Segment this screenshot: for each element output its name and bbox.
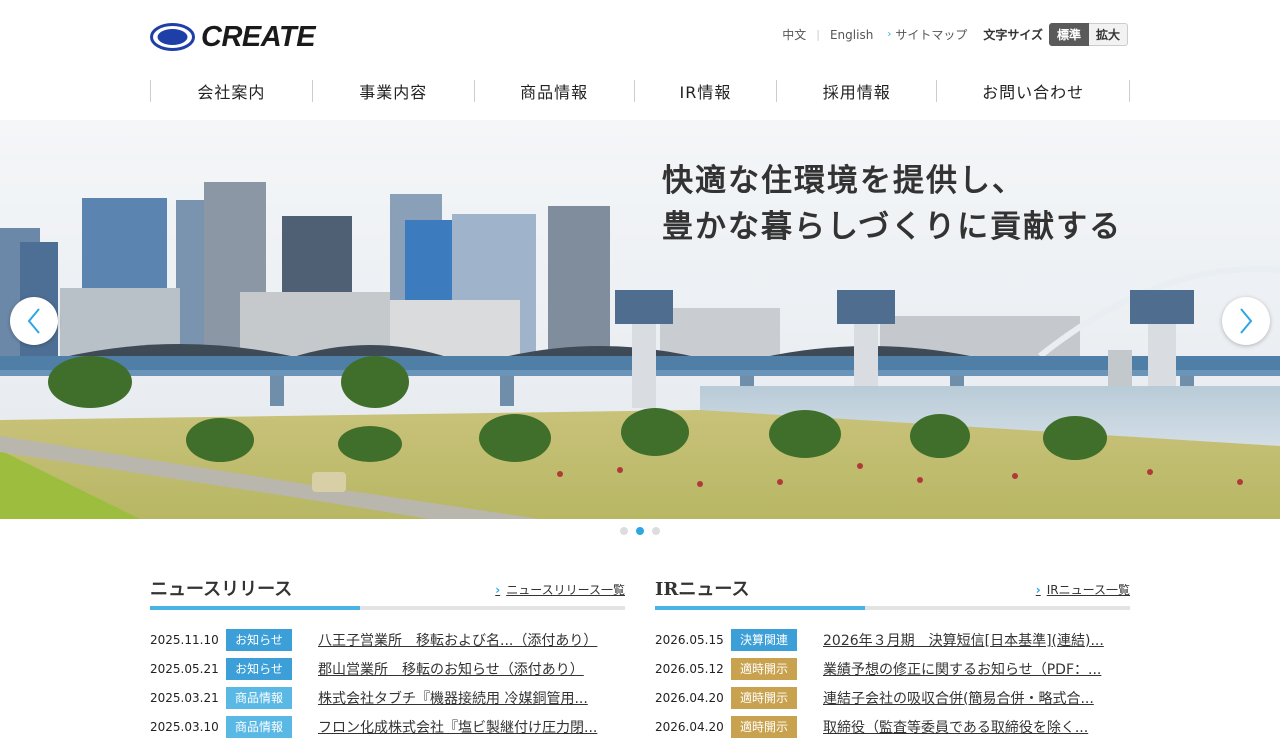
news-release-list-label: ニュースリリース一覧 xyxy=(506,583,625,597)
hero-headline: 快適な住環境を提供し、 豊かな暮らしづくりに貢献する xyxy=(662,158,1122,250)
list-item: 2025.11.10 お知らせ 八王子営業所 移転および名...（添付あり） xyxy=(150,625,625,654)
news-release-section: ニュースリリース › ニュースリリース一覧 2025.11.10 お知らせ 八王… xyxy=(150,573,625,741)
list-item: 2026.05.12 適時開示 業績予想の修正に関するお知らせ（PDF：... xyxy=(655,654,1130,683)
font-size-large-button[interactable]: 拡大 xyxy=(1088,23,1128,46)
ir-news-list-link[interactable]: › IRニュース一覧 xyxy=(1036,581,1130,598)
category-badge: 適時開示 xyxy=(731,686,797,709)
sitemap-link[interactable]: › サイトマップ xyxy=(887,26,967,43)
category-badge: 適時開示 xyxy=(731,715,797,738)
news-title-link[interactable]: 連結子会社の吸収合併(簡易合併・略式合... xyxy=(823,688,1130,708)
nav-contact[interactable]: お問い合わせ xyxy=(936,80,1129,102)
news-date: 2025.05.21 xyxy=(150,661,219,676)
news-date: 2025.03.10 xyxy=(150,719,219,734)
ir-news-header: IRニュース › IRニュース一覧 xyxy=(655,573,1130,611)
news-date: 2026.05.12 xyxy=(655,661,724,676)
list-item: 2025.03.21 商品情報 株式会社タブチ『機器接続用 冷媒銅管用... xyxy=(150,683,625,712)
news-date: 2026.04.20 xyxy=(655,719,724,734)
news-date: 2026.04.20 xyxy=(655,690,724,705)
news-release-list-link[interactable]: › ニュースリリース一覧 xyxy=(495,581,625,598)
news-date: 2025.11.10 xyxy=(150,632,219,647)
site-header: CREATE 中文 | English › サイトマップ 文字サイズ 標準 拡大… xyxy=(0,0,1280,120)
news-title-link[interactable]: 業績予想の修正に関するお知らせ（PDF：... xyxy=(823,659,1130,679)
lang-chinese-link[interactable]: 中文 xyxy=(782,26,806,43)
font-size-standard-button[interactable]: 標準 xyxy=(1048,23,1089,46)
news-release-header: ニュースリリース › ニュースリリース一覧 xyxy=(150,573,625,611)
category-badge: 適時開示 xyxy=(731,657,797,680)
list-item: 2026.04.20 適時開示 連結子会社の吸収合併(簡易合併・略式合... xyxy=(655,683,1130,712)
news-title-link[interactable]: 八王子営業所 移転および名...（添付あり） xyxy=(318,630,625,650)
nav-products[interactable]: 商品情報 xyxy=(473,80,634,102)
ir-news-list: 2026.05.15 決算関連 2026年３月期 決算短信[日本基準](連結).… xyxy=(655,625,1130,741)
news-release-title: ニュースリリース xyxy=(150,579,293,600)
section-rule xyxy=(655,606,1130,610)
news-title-link[interactable]: 株式会社タブチ『機器接続用 冷媒銅管用... xyxy=(318,688,625,708)
nav-recruit[interactable]: 採用情報 xyxy=(776,80,936,102)
nav-ir[interactable]: IR情報 xyxy=(633,80,777,102)
utility-links: 中文 | English › サイトマップ 文字サイズ 標準 拡大 xyxy=(782,23,1128,46)
chevron-right-icon: › xyxy=(1035,582,1041,597)
lang-english-link[interactable]: English xyxy=(830,28,873,42)
category-badge: お知らせ xyxy=(226,628,292,651)
news-title-link[interactable]: 2026年３月期 決算短信[日本基準](連結)... xyxy=(823,630,1130,650)
slider-next-button[interactable] xyxy=(1222,297,1270,345)
list-item: 2026.05.15 決算関連 2026年３月期 決算短信[日本基準](連結).… xyxy=(655,625,1130,654)
section-rule xyxy=(150,606,625,610)
slider-prev-button[interactable] xyxy=(10,297,58,345)
chevron-right-icon: › xyxy=(887,29,892,40)
nav-company[interactable]: 会社案内 xyxy=(150,80,312,102)
list-item: 2025.03.10 商品情報 フロン化成株式会社『塩ビ製継付け圧力閉... xyxy=(150,712,625,741)
logo-text: CREATE xyxy=(201,21,316,53)
nav-divider xyxy=(1129,80,1130,102)
global-nav: 会社案内 事業内容 商品情報 IR情報 採用情報 お問い合わせ xyxy=(150,80,1130,102)
ir-news-section: IRニュース › IRニュース一覧 2026.05.15 決算関連 2026年３… xyxy=(655,573,1130,741)
site-logo[interactable]: CREATE xyxy=(150,21,316,53)
nav-business[interactable]: 事業内容 xyxy=(311,80,474,102)
list-item: 2026.04.20 適時開示 取締役（監査等委員である取締役を除く... xyxy=(655,712,1130,741)
chevron-left-icon xyxy=(27,308,40,334)
chevron-right-icon: › xyxy=(495,582,501,597)
font-size-label: 文字サイズ xyxy=(983,28,1043,42)
slider-dot-2[interactable] xyxy=(636,527,644,535)
slider-pagination xyxy=(620,527,668,535)
lang-separator: | xyxy=(816,28,820,41)
category-badge: 商品情報 xyxy=(226,686,292,709)
hero-slider[interactable]: 快適な住環境を提供し、 豊かな暮らしづくりに貢献する xyxy=(0,120,1280,519)
category-badge: 商品情報 xyxy=(226,715,292,738)
news-title-link[interactable]: 郡山営業所 移転のお知らせ（添付あり） xyxy=(318,659,625,679)
news-release-list: 2025.11.10 お知らせ 八王子営業所 移転および名...（添付あり） 2… xyxy=(150,625,625,741)
hero-headline-line1: 快適な住環境を提供し、 xyxy=(662,163,1025,199)
hero-headline-line2: 豊かな暮らしづくりに貢献する xyxy=(662,209,1123,245)
list-item: 2025.05.21 お知らせ 郡山営業所 移転のお知らせ（添付あり） xyxy=(150,654,625,683)
category-badge: 決算関連 xyxy=(731,628,797,651)
ir-news-list-label: IRニュース一覧 xyxy=(1046,583,1130,597)
slider-dot-1[interactable] xyxy=(620,527,628,535)
ir-news-title: IRニュース xyxy=(655,579,750,600)
sitemap-label: サイトマップ xyxy=(895,28,968,42)
logo-mark-icon xyxy=(150,23,195,51)
chevron-right-icon xyxy=(1240,308,1253,334)
news-date: 2025.03.21 xyxy=(150,690,219,705)
news-date: 2026.05.15 xyxy=(655,632,724,647)
slider-dot-3[interactable] xyxy=(652,527,660,535)
category-badge: お知らせ xyxy=(226,657,292,680)
